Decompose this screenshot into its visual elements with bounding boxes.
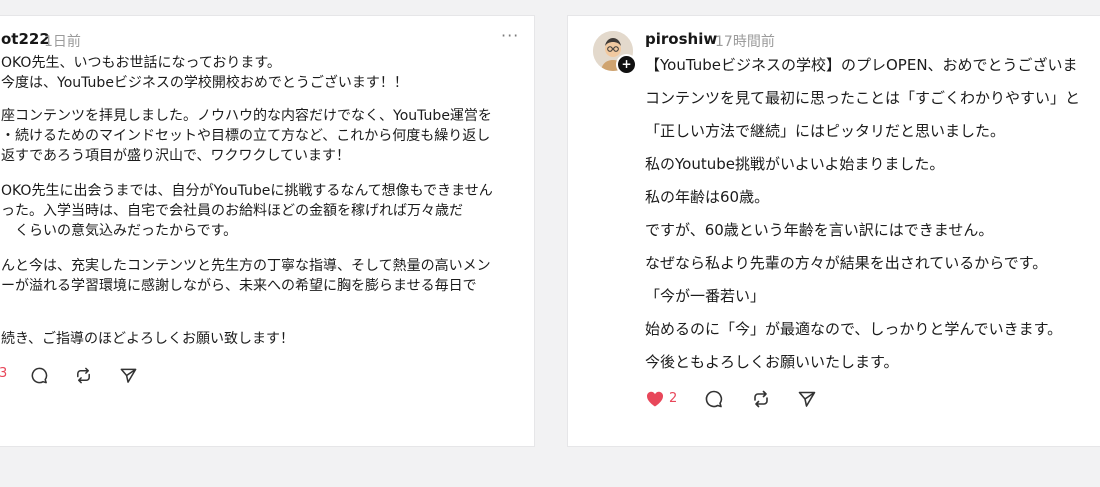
like-count: 3 — [0, 366, 8, 381]
post-text-line: コンテンツを見て最初に思ったことは「すごくわかりやすい」と — [645, 89, 1081, 107]
post-text-line: 私の年齢は60歳。 — [645, 188, 770, 206]
repost-icon[interactable] — [751, 389, 771, 413]
more-icon[interactable]: ··· — [501, 26, 519, 45]
like-count: 2 — [669, 391, 678, 406]
repost-icon[interactable] — [74, 366, 93, 389]
send-icon[interactable] — [119, 366, 138, 389]
post-text-line: 【YouTubeビジネスの学校】のプレOPEN、おめでとうございま — [645, 56, 1078, 74]
post-text-line: 今後ともよろしくお願いいたします。 — [645, 353, 899, 371]
post-text-line: 私のYoutube挑戦がいよいよ始まりました。 — [645, 155, 945, 173]
post-text-line: ですが、60歳という年齢を言い訳にはできません。 — [645, 221, 994, 239]
right-post-card: + piroshiw 17時間前 【YouTubeビジネスの学校】のプレOPEN… — [567, 15, 1100, 447]
comment-icon[interactable] — [704, 389, 724, 413]
send-icon[interactable] — [797, 389, 817, 413]
left-post-username[interactable]: ot222 — [1, 30, 50, 48]
follow-plus-icon[interactable]: + — [616, 54, 637, 75]
right-post-username[interactable]: piroshiw — [645, 30, 717, 48]
right-post-timestamp: 17時間前 — [715, 34, 775, 50]
heart-icon[interactable] — [645, 389, 665, 413]
post-text-line: 「正しい方法で継続」にはピッタリだと思いました。 — [645, 122, 1006, 140]
comment-icon[interactable] — [30, 366, 49, 389]
left-post-card: ot222 1日前 ··· OKO先生、いつもお世話になっております。 今度は、… — [0, 15, 535, 447]
left-post-timestamp: 1日前 — [44, 34, 81, 50]
post-text-line: 始めるのに「今」が最適なので、しっかりと学んでいきます。 — [645, 320, 1063, 338]
post-text-line: 「今が一番若い」 — [645, 287, 766, 305]
post-text-line: なぜなら私より先輩の方々が結果を出されているからです。 — [645, 254, 1048, 272]
